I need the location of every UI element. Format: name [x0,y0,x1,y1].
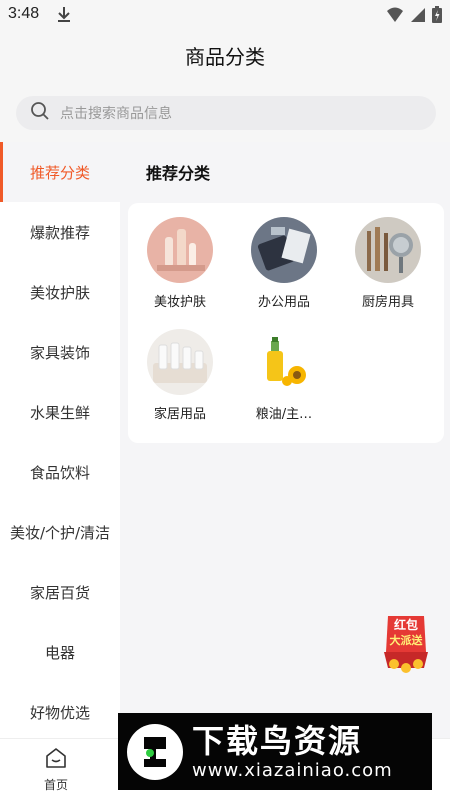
sidebar-item-selected-goods[interactable]: 好物优选 [0,682,120,742]
category-label: 美妆护肤 [153,295,206,310]
watermark-url: www.xiazainiao.com [192,759,393,781]
sidebar-item-label: 水果生鲜 [29,403,90,422]
red-packet-promo[interactable]: 红包 大派送 [380,612,432,676]
watermark-logo [126,723,184,781]
category-item[interactable]: 办公用品 [232,203,336,310]
wifi-icon [387,7,403,22]
sidebar-item-appliances[interactable]: 电器 [0,622,120,682]
category-label: 厨房用具 [361,295,414,310]
promo-line-2: 大派送 [390,633,424,647]
section-title: 推荐分类 [146,164,211,183]
cosmetics-image [147,217,213,283]
signal-icon [411,7,425,22]
category-label: 家居用品 [153,407,206,422]
sidebar-item-hot-picks[interactable]: 爆款推荐 [0,202,120,262]
sidebar-item-label: 食品饮料 [29,463,90,482]
sidebar-item-food-drink[interactable]: 食品饮料 [0,442,120,502]
sidebar-item-home-goods[interactable]: 家居百货 [0,562,120,622]
sidebar-item-fresh-fruit[interactable]: 水果生鲜 [0,382,120,442]
page-title: 商品分类 [185,45,265,69]
sidebar-item-label: 爆款推荐 [29,223,90,242]
sidebar-item-beauty-skincare[interactable]: 美妆护肤 [0,262,120,322]
household-image [147,329,213,395]
category-label: 办公用品 [257,295,310,310]
sidebar-item-label: 推荐分类 [29,163,90,182]
system-icons [386,6,442,23]
category-grid: 美妆护肤 办公用品 厨房用具 家居用品 粮油/主… [128,203,444,443]
category-item[interactable]: 美妆护肤 [128,203,232,310]
download-icon [56,5,72,27]
search-area: 点击搜索商品信息 [0,84,450,142]
watermark-text: 下载鸟资源 www.xiazainiao.com [192,722,393,782]
status-time: 3:48 [8,5,40,22]
search-icon [30,101,50,125]
category-item[interactable]: 厨房用具 [336,203,440,310]
search-placeholder: 点击搜索商品信息 [60,106,172,122]
sidebar-item-recommended[interactable]: 推荐分类 [0,142,120,202]
sidebar-item-furniture-decor[interactable]: 家具装饰 [0,322,120,382]
search-input[interactable]: 点击搜索商品信息 [16,96,436,130]
battery-icon [432,6,442,23]
sidebar-item-label: 美妆护肤 [29,283,90,302]
page-header: 商品分类 [0,30,450,84]
home-icon [43,748,69,774]
category-label: 粮油/主… [255,407,313,422]
sidebar-item-label: 美妆/个护/清洁 [9,523,111,542]
status-bar: 3:48 [0,0,450,30]
active-indicator [0,142,3,202]
promo-line-1: 红包 [394,617,418,632]
sidebar-item-label: 家具装饰 [29,343,90,362]
tab-home[interactable]: 首页 [16,745,96,793]
sidebar-item-label: 家居百货 [29,583,90,602]
sidebar-item-label: 电器 [44,643,75,662]
category-item[interactable]: 粮油/主… [232,315,336,422]
category-item[interactable]: 家居用品 [128,315,232,422]
grain-oil-image [251,329,317,395]
sidebar-item-label: 好物优选 [29,703,90,722]
kitchenware-image [355,217,421,283]
sidebar-item-personal-care[interactable]: 美妆/个护/清洁 [0,502,120,562]
watermark-banner: 下载鸟资源 www.xiazainiao.com [118,713,432,790]
watermark-brand: 下载鸟资源 [192,721,363,760]
office-supplies-image [251,217,317,283]
tab-label: 首页 [43,778,68,792]
category-sidebar: 推荐分类 爆款推荐 美妆护肤 家具装饰 水果生鲜 食品饮料 美妆/个护/清洁 家… [0,142,120,738]
